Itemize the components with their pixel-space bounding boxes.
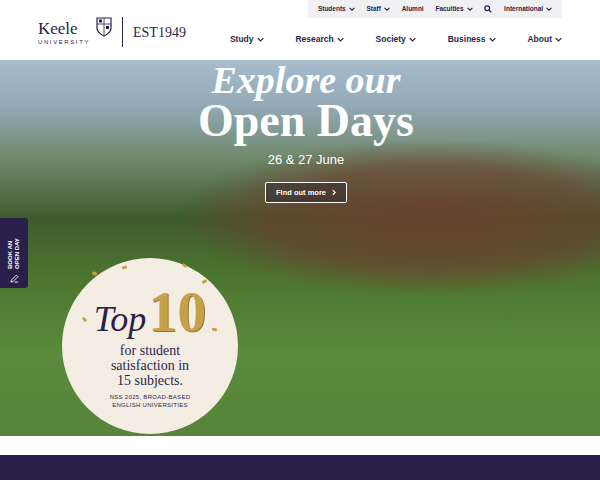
satisfaction-badge: Top10for studentsatisfaction in15 subjec… bbox=[62, 258, 238, 434]
logo-divider bbox=[122, 17, 123, 47]
badge-number: 10 bbox=[148, 283, 206, 341]
chevron-down-icon bbox=[467, 7, 473, 11]
main-nav-item[interactable]: Research bbox=[295, 33, 343, 46]
purple-band bbox=[0, 455, 600, 480]
find-out-more-button[interactable]: Find out more bbox=[265, 182, 347, 203]
utility-nav-label: International bbox=[504, 4, 543, 14]
logo-text: Keele UNIVERSITY bbox=[38, 20, 90, 45]
utility-nav-label: Faculties bbox=[435, 4, 463, 14]
badge-lines: for studentsatisfaction in15 subjects. bbox=[111, 343, 189, 389]
confetti bbox=[212, 328, 217, 332]
chevron-right-icon bbox=[332, 189, 336, 196]
badge-source-line: ENGLISH UNIVERSITIES bbox=[110, 402, 191, 410]
hero-title-line: Open Days bbox=[198, 98, 414, 144]
site-header: Keele UNIVERSITY EST1949 Students Staff Alumn… bbox=[0, 0, 600, 60]
chevron-down-icon bbox=[257, 37, 264, 42]
logo-name: Keele bbox=[38, 20, 90, 37]
badge-source: NSS 2025, BROAD-BASEDENGLISH UNIVERSITIE… bbox=[110, 394, 191, 410]
search-button[interactable] bbox=[484, 5, 492, 13]
main-nav-item[interactable]: Business bbox=[448, 33, 496, 46]
search-icon bbox=[484, 5, 492, 13]
established-year: EST1949 bbox=[133, 22, 186, 43]
logo-subtitle: UNIVERSITY bbox=[38, 39, 90, 45]
badge-line: for student bbox=[111, 343, 189, 358]
button-label: Find out more bbox=[276, 188, 326, 197]
utility-nav-item[interactable]: International bbox=[504, 4, 552, 14]
search-label bbox=[483, 9, 484, 10]
badge-source-line: NSS 2025, BROAD-BASED bbox=[110, 394, 191, 402]
chevron-down-icon bbox=[489, 37, 496, 42]
confetti bbox=[182, 263, 188, 268]
side-tab-label: BOOK AN OPEN DAY bbox=[7, 223, 21, 269]
page: Keele UNIVERSITY EST1949 Students Staff Alumn… bbox=[0, 0, 600, 480]
main-nav-label: Research bbox=[295, 33, 333, 46]
utility-nav-label: Alumni bbox=[402, 4, 424, 14]
book-open-day-tab[interactable]: BOOK AN OPEN DAY bbox=[0, 218, 28, 288]
main-nav-item[interactable]: About bbox=[527, 33, 562, 46]
confetti bbox=[122, 265, 128, 269]
hero-title-line: Explore our bbox=[212, 62, 401, 98]
chevron-down-icon bbox=[409, 37, 416, 42]
utility-nav-label: Students bbox=[318, 4, 346, 14]
main-nav-label: Business bbox=[448, 33, 486, 46]
main-nav-label: About bbox=[527, 33, 552, 46]
chevron-down-icon bbox=[337, 37, 344, 42]
hero-content: Explore ourOpen Days 26 & 27 June Find out… bbox=[0, 60, 600, 203]
main-nav: Study Research Society Business About bbox=[226, 33, 562, 46]
main-nav-item[interactable]: Society bbox=[376, 33, 416, 46]
utility-nav-item[interactable]: Faculties bbox=[435, 4, 472, 14]
chevron-down-icon bbox=[349, 7, 355, 11]
confetti bbox=[82, 317, 88, 323]
badge-top: Top bbox=[94, 301, 147, 337]
chevron-down-icon bbox=[384, 7, 390, 11]
header-navigation: Students Staff Alumni Faculties Internationa… bbox=[226, 0, 562, 60]
confetti bbox=[92, 271, 98, 276]
utility-nav-label: Staff bbox=[366, 4, 380, 14]
university-logo[interactable]: Keele UNIVERSITY EST1949 bbox=[0, 0, 186, 60]
hero-banner: Explore ourOpen Days 26 & 27 June Find out… bbox=[0, 60, 600, 436]
chevron-down-icon bbox=[546, 7, 552, 11]
utility-nav-item[interactable]: Staff bbox=[366, 4, 389, 14]
main-nav-item[interactable]: Study bbox=[230, 33, 264, 46]
utility-nav-item[interactable]: Students bbox=[318, 4, 355, 14]
utility-nav-item[interactable]: Alumni bbox=[402, 4, 424, 14]
white-strip bbox=[0, 436, 600, 455]
hero-date: 26 & 27 June bbox=[268, 150, 345, 170]
main-nav-label: Study bbox=[230, 33, 254, 46]
utility-nav: Students Staff Alumni Faculties Internationa… bbox=[308, 0, 562, 18]
chevron-down-icon bbox=[555, 37, 562, 42]
badge-line: satisfaction in bbox=[111, 358, 189, 373]
crest-icon bbox=[96, 17, 112, 37]
badge-line: 15 subjects. bbox=[111, 373, 189, 388]
pencil-icon bbox=[10, 274, 19, 283]
main-nav-label: Society bbox=[376, 33, 406, 46]
badge-heading: Top10 bbox=[94, 283, 207, 341]
